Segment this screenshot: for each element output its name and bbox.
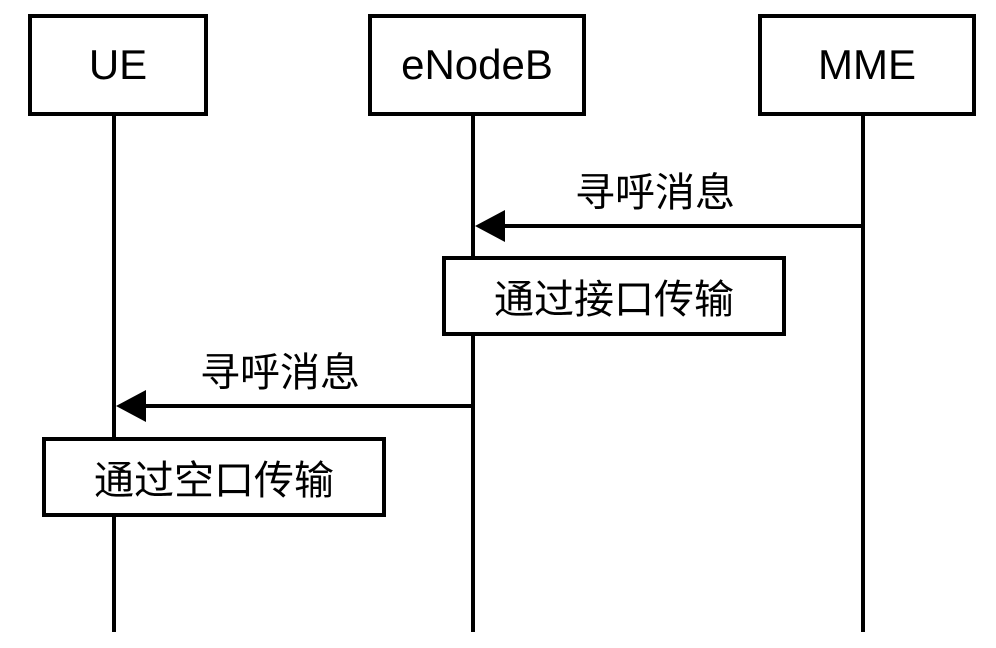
participant-enodeb-label: eNodeB xyxy=(401,41,553,89)
message-2-label: 寻呼消息 xyxy=(200,340,360,398)
message-1-arrowhead xyxy=(475,210,505,242)
activation-2-label: 通过空口传输 xyxy=(94,448,334,506)
activation-1: 通过接口传输 xyxy=(442,256,786,336)
lifeline-mme xyxy=(861,112,865,632)
participant-mme: MME xyxy=(758,14,976,116)
sequence-diagram: UE eNodeB MME 寻呼消息 通过接口传输 寻呼消息 通过空口传输 xyxy=(0,0,996,648)
activation-1-label: 通过接口传输 xyxy=(494,267,734,325)
activation-2: 通过空口传输 xyxy=(42,437,386,517)
participant-ue-label: UE xyxy=(89,41,147,89)
message-1-label: 寻呼消息 xyxy=(575,160,735,218)
lifeline-enodeb xyxy=(471,112,475,632)
participant-mme-label: MME xyxy=(818,41,916,89)
lifeline-ue xyxy=(112,112,116,632)
message-1-arrow xyxy=(500,224,864,228)
message-2-arrowhead xyxy=(116,390,146,422)
participant-ue: UE xyxy=(28,14,208,116)
message-2-arrow xyxy=(142,404,474,408)
participant-enodeb: eNodeB xyxy=(368,14,586,116)
